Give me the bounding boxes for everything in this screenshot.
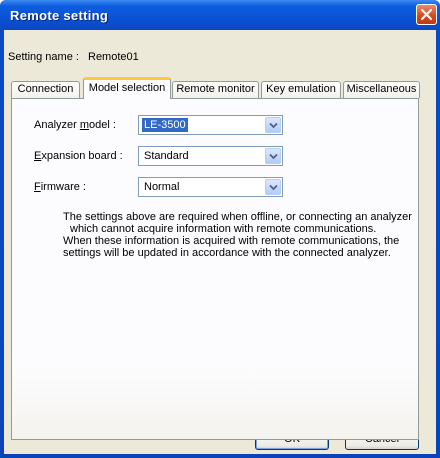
info-line: settings will be updated in accordance w… — [63, 247, 391, 259]
chevron-down-icon — [269, 122, 278, 129]
expansion-board-value: Standard — [144, 150, 189, 162]
tab-panel-model-selection: Analyzer model : LE-3500 Expansion board… — [11, 98, 419, 440]
info-line: The settings above are required when off… — [63, 211, 412, 223]
tab-remote-monitor[interactable]: Remote monitor — [172, 81, 259, 98]
firmware-select[interactable]: Normal — [138, 177, 283, 197]
analyzer-model-dropdown-button[interactable] — [265, 117, 281, 133]
analyzer-model-value: LE-3500 — [142, 118, 188, 132]
firmware-value: Normal — [144, 181, 180, 193]
expansion-board-select[interactable]: Standard — [138, 146, 283, 166]
analyzer-model-select[interactable]: LE-3500 — [138, 115, 283, 135]
tab-model-selection[interactable]: Model selection — [83, 77, 171, 99]
title-bar[interactable]: Remote setting — [0, 0, 440, 30]
chevron-down-icon — [269, 153, 278, 160]
firmware-label: Firmware : — [34, 181, 86, 193]
setting-name-label: Setting name : — [8, 51, 79, 63]
close-button[interactable] — [416, 4, 437, 25]
tab-miscellaneous[interactable]: Miscellaneous — [343, 81, 420, 98]
analyzer-model-label: Analyzer model : — [34, 119, 116, 131]
info-text: The settings above are required when off… — [63, 211, 412, 259]
tab-key-emulation[interactable]: Key emulation — [261, 81, 341, 98]
expansion-board-label: Expansion board : — [34, 150, 123, 162]
close-icon — [420, 8, 433, 21]
chevron-down-icon — [269, 184, 278, 191]
info-line: When these information is acquired with … — [63, 235, 400, 247]
remote-setting-window: Remote setting Setting name : Remote01 C… — [0, 0, 440, 458]
info-line: which cannot acquire information with re… — [70, 223, 377, 235]
firmware-dropdown-button[interactable] — [265, 179, 281, 195]
setting-name-value: Remote01 — [88, 51, 139, 63]
expansion-board-dropdown-button[interactable] — [265, 148, 281, 164]
dialog-body: Setting name : Remote01 Connection Model… — [4, 30, 436, 454]
window-title: Remote setting — [10, 8, 109, 23]
tab-connection[interactable]: Connection — [11, 81, 80, 98]
